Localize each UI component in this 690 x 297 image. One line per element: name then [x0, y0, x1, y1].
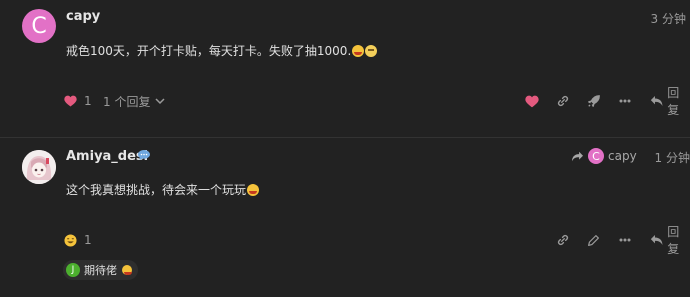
- link-icon: [557, 234, 569, 246]
- chip-text: 期待佬: [84, 264, 117, 277]
- post-capy: C capy 3 分钟 戒色100天，开个打卡贴，每天打卡。失败了抽1000. …: [0, 0, 690, 137]
- reply-label: 回复: [667, 225, 680, 256]
- smile-icon: [64, 233, 77, 247]
- chevron-down-icon: [155, 98, 165, 105]
- post-content: 这个我真想挑战，待会来一个玩玩: [66, 181, 260, 198]
- replies-label: 1 个回复: [103, 94, 151, 109]
- post-actions: 1 回复: [0, 225, 690, 256]
- reply-to-indicator[interactable]: C capy: [571, 147, 637, 165]
- link-icon: [557, 95, 569, 107]
- reply-label: 回复: [667, 86, 680, 117]
- more-button[interactable]: [619, 230, 631, 250]
- post-text: 戒色100天，开个打卡贴，每天打卡。失败了抽1000.: [66, 44, 352, 58]
- post-time[interactable]: 1 分钟: [655, 149, 690, 166]
- avatar[interactable]: C: [22, 9, 56, 43]
- edit-button[interactable]: [587, 230, 600, 250]
- reply-icon: [650, 96, 663, 106]
- heart-icon: [64, 95, 77, 107]
- more-button[interactable]: [619, 91, 631, 111]
- smiling-emoji-icon: [122, 265, 132, 275]
- post-actions: 1 1 个回复 回复: [0, 86, 690, 117]
- heart-eyes-emoji-icon: [352, 45, 365, 57]
- reaction-count-button[interactable]: 1: [64, 230, 92, 250]
- reaction-chip[interactable]: J 期待佬: [63, 260, 138, 280]
- post-time[interactable]: 3 分钟: [651, 10, 686, 27]
- reaction-count: 1: [84, 233, 92, 247]
- username[interactable]: Amiya_desi: [66, 149, 148, 164]
- reply-button[interactable]: 回复: [650, 86, 690, 117]
- like-button[interactable]: [525, 91, 539, 111]
- pencil-icon: [588, 234, 599, 246]
- reply-to-username: capy: [608, 149, 637, 163]
- crying-emoji-icon: [365, 45, 378, 57]
- chip-avatar: J: [66, 263, 80, 277]
- reply-to-avatar: C: [588, 148, 604, 164]
- chat-bubble-icon: [138, 150, 150, 160]
- avatar[interactable]: [22, 150, 56, 184]
- reply-button[interactable]: 回复: [650, 225, 690, 256]
- avatar-letter: C: [31, 13, 47, 39]
- post-text: 这个我真想挑战，待会来一个玩玩: [66, 183, 247, 197]
- post-content: 戒色100天，开个打卡贴，每天打卡。失败了抽1000.: [66, 42, 378, 59]
- like-count: 1: [84, 94, 92, 108]
- more-icon: [619, 238, 631, 242]
- replies-toggle[interactable]: 1 个回复: [103, 91, 165, 111]
- boost-button[interactable]: [587, 91, 601, 111]
- anime-girl-avatar-icon: [22, 150, 56, 184]
- copy-link-button[interactable]: [556, 91, 570, 111]
- rocket-icon: [588, 95, 600, 107]
- more-icon: [619, 99, 631, 103]
- copy-link-button[interactable]: [556, 230, 570, 250]
- username[interactable]: capy: [66, 9, 100, 24]
- heart-icon: [525, 95, 539, 107]
- share-arrow-icon: [572, 151, 583, 161]
- post-amiya: Amiya_desi C capy 1 分钟 这个我真想挑战，待会来一个玩玩 1…: [0, 137, 690, 297]
- like-count-button[interactable]: 1: [64, 91, 92, 111]
- reply-icon: [650, 235, 663, 245]
- smiling-emoji-icon: [247, 184, 260, 196]
